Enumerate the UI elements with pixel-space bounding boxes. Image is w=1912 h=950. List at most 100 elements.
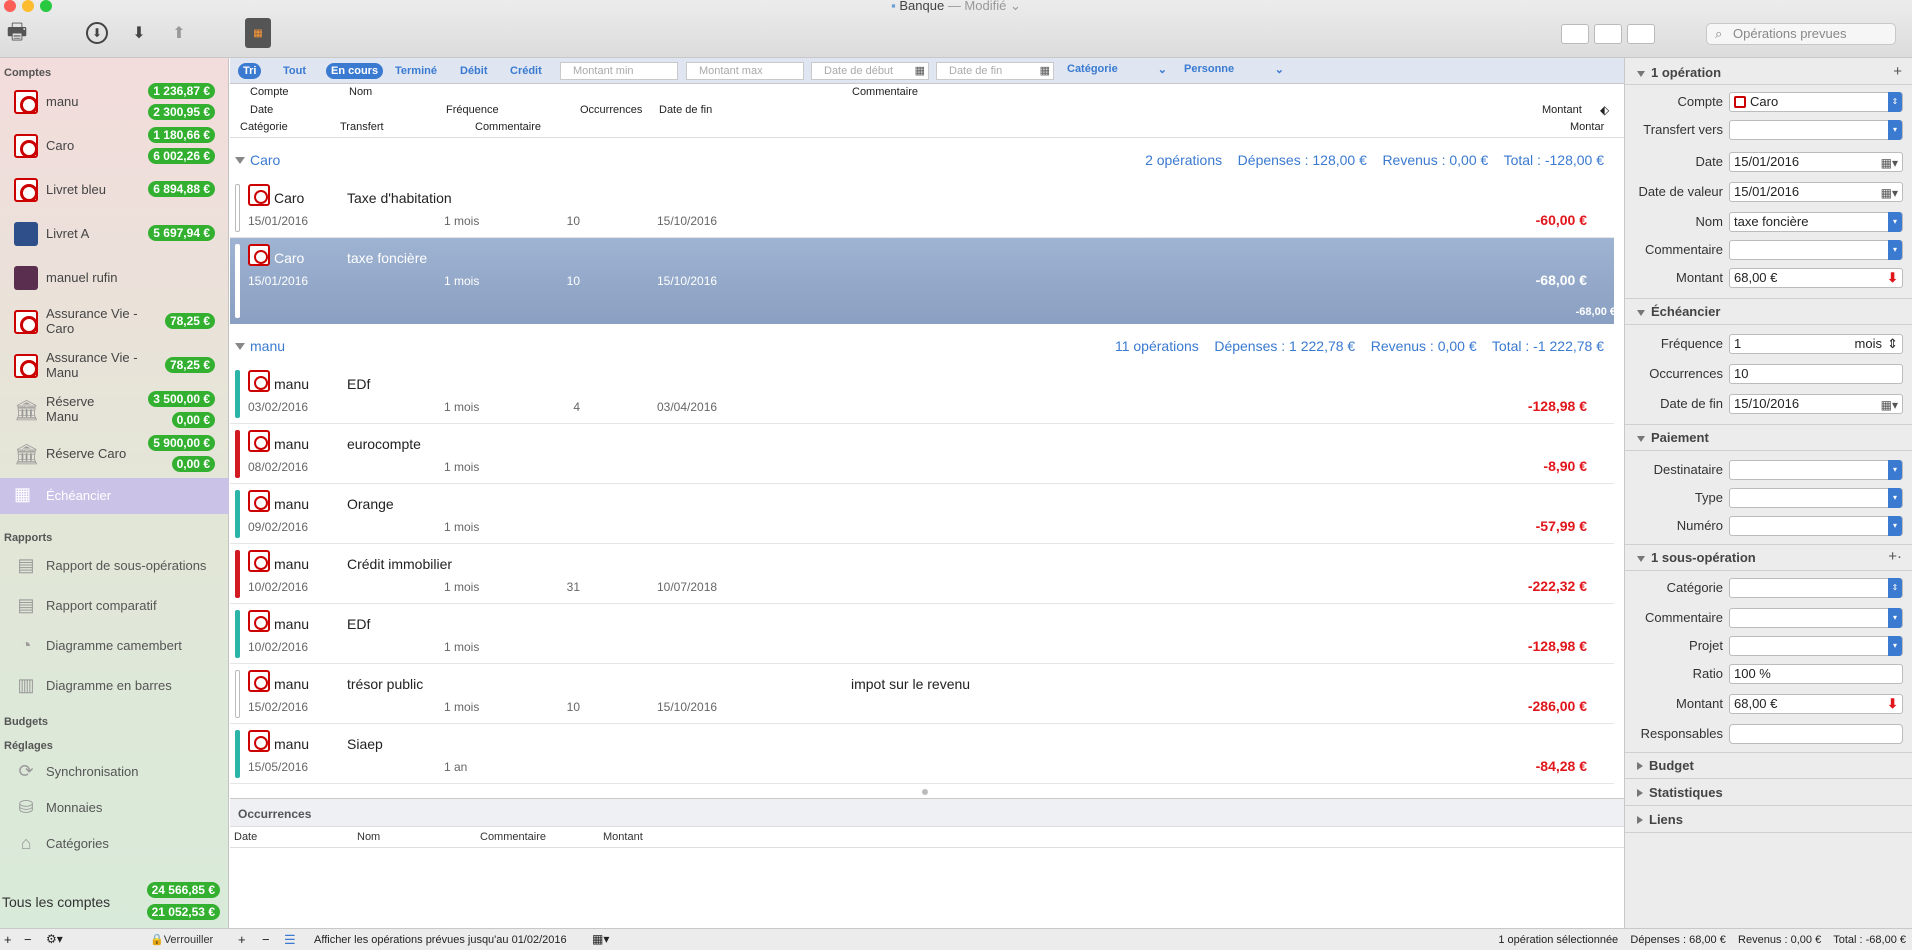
sidebar-account-assurance-vie-manu[interactable]: Assurance Vie - Manu 78,25 € (0, 344, 229, 388)
sidebar-account-manuel-rufin[interactable]: manuel rufin (0, 256, 229, 300)
calendar-icon[interactable]: ▦▾ (1881, 396, 1898, 414)
add-operation-icon[interactable]: + (238, 932, 246, 947)
col-montant[interactable]: Montant (1542, 104, 1582, 116)
sidebar-item-echeancier[interactable]: ▦ Échéancier (0, 478, 229, 514)
section-echeancier[interactable]: Échéancier (1637, 304, 1720, 319)
montant-max-input[interactable]: Montant max (686, 62, 804, 80)
arrow-up-icon[interactable]: ⬆ (170, 22, 188, 44)
toggle-inspector-button[interactable] (1627, 24, 1655, 44)
remove-account-icon[interactable]: − (24, 932, 32, 947)
col-date[interactable]: Date (250, 104, 273, 116)
projet-combo[interactable]: ▾ (1729, 636, 1903, 656)
list-icon[interactable]: ☰ (284, 932, 296, 948)
section-sous-operation[interactable]: 1 sous-opération (1637, 550, 1756, 565)
personne-filter-dropdown[interactable]: Personne ⌄ (1184, 63, 1284, 76)
group-header-manu[interactable]: manu 11 opérations Dépenses : 1 222,78 €… (230, 328, 1624, 362)
filter-tout-button[interactable]: Tout (283, 63, 306, 79)
col-compte[interactable]: Compte (250, 86, 289, 98)
sidebar-setting-monnaies[interactable]: ⛁ Monnaies (14, 792, 102, 822)
sidebar-setting-synchronisation[interactable]: ⟳ Synchronisation (14, 756, 138, 786)
remove-operation-icon[interactable]: − (262, 932, 270, 947)
chevron-updown-icon[interactable]: ⇕ (1887, 335, 1898, 353)
group-header-caro[interactable]: Caro 2 opérations Dépenses : 128,00 € Re… (230, 142, 1624, 176)
calendar-icon[interactable]: ▦▾ (1881, 184, 1898, 202)
section-paiement[interactable]: Paiement (1637, 430, 1709, 445)
column-options-icon[interactable]: ⬖ (1600, 103, 1609, 117)
occ-col-nom[interactable]: Nom (357, 831, 380, 843)
sidebar-report-sous-operations[interactable]: ▤ Rapport de sous-opérations (14, 550, 206, 580)
col-date-fin[interactable]: Date de fin (659, 104, 712, 116)
calculator-icon[interactable]: ▦ (245, 18, 271, 48)
operation-row[interactable]: manu Crédit immobilier 10/02/2016 1 mois… (230, 544, 1614, 604)
compte-select[interactable]: Caro ⇕ (1729, 92, 1903, 112)
sidebar-report-comparatif[interactable]: ▤ Rapport comparatif (14, 590, 156, 620)
sidebar-account-caro[interactable]: Caro 1 180,66 € 6 002,26 € (0, 124, 229, 168)
col-nom[interactable]: Nom (349, 86, 372, 98)
gear-icon[interactable]: ⚙▾ (46, 932, 63, 946)
section-operation[interactable]: 1 opération (1637, 65, 1721, 80)
add-account-icon[interactable]: + (4, 932, 12, 947)
debit-arrow-icon[interactable]: ⬇ (1887, 269, 1898, 287)
sidebar-account-assurance-vie-caro[interactable]: Assurance Vie - Caro 78,25 € (0, 300, 229, 344)
splitter-handle[interactable] (922, 789, 928, 795)
numero-combo[interactable]: ▾ (1729, 516, 1903, 536)
sidebar-account-livret-a[interactable]: Livret A 5 697,94 € (0, 212, 229, 256)
occ-col-date[interactable]: Date (234, 831, 257, 843)
lock-button[interactable]: 🔒Verrouiller (150, 933, 213, 946)
operation-row[interactable]: manu Orange 09/02/2016 1 mois -57,99 € (230, 484, 1614, 544)
ratio-field[interactable]: 100 % (1729, 664, 1903, 684)
filter-en-cours-button[interactable]: En cours (326, 63, 384, 79)
type-combo[interactable]: ▾ (1729, 488, 1903, 508)
sidebar-account-livret-bleu[interactable]: Livret bleu 6 894,88 € (0, 168, 229, 212)
categorie-select[interactable]: ⇕ (1729, 578, 1903, 598)
sidebar-report-barres[interactable]: ▥ Diagramme en barres (14, 670, 171, 700)
categorie-filter-dropdown[interactable]: Catégorie ⌄ (1067, 63, 1167, 76)
print-icon[interactable]: 🖶 (4, 19, 30, 46)
sidebar-account-manu[interactable]: manu 1 236,87 € 2 300,95 € (0, 80, 229, 124)
toggle-bottom-panel-button[interactable] (1594, 24, 1622, 44)
filter-termine-button[interactable]: Terminé (395, 63, 437, 79)
col-occurrences[interactable]: Occurrences (580, 104, 642, 116)
occ-col-commentaire[interactable]: Commentaire (480, 831, 546, 843)
sidebar-report-camembert[interactable]: ◔ Diagramme camembert (14, 630, 182, 660)
occurrences-field[interactable]: 10 (1729, 364, 1903, 384)
montant-min-input[interactable]: Montant min (560, 62, 678, 80)
date-field[interactable]: 15/01/2016 ▦▾ (1729, 152, 1903, 172)
disclosure-triangle-icon[interactable] (235, 157, 245, 164)
add-sub-operation-icon[interactable]: +· (1888, 548, 1902, 565)
date-debut-input[interactable]: Date de début ▦ (811, 62, 929, 80)
operation-row[interactable]: manu eurocompte 08/02/2016 1 mois -8,90 … (230, 424, 1614, 484)
operation-row[interactable]: manu EDf 10/02/2016 1 mois -128,98 € (230, 604, 1614, 664)
add-icon[interactable]: + (1893, 63, 1902, 80)
sidebar-account-reserve-manu[interactable]: 🏛 Réserve Manu 3 500,00 € 0,00 € (0, 388, 229, 432)
filter-credit-button[interactable]: Crédit (510, 63, 542, 79)
filter-debit-button[interactable]: Débit (460, 63, 488, 79)
section-statistiques[interactable]: Statistiques (1637, 785, 1723, 800)
sub-montant-field[interactable]: 68,00 € ⬇ (1729, 694, 1903, 714)
filter-tri-button[interactable]: Tri (238, 63, 262, 79)
operation-row[interactable]: manu trésor public impot sur le revenu 1… (230, 664, 1614, 724)
transfert-select[interactable]: ▾ (1729, 120, 1903, 140)
col-sub-montant[interactable]: Montar (1570, 121, 1604, 133)
date-valeur-field[interactable]: 15/01/2016 ▦▾ (1729, 182, 1903, 202)
section-liens[interactable]: Liens (1637, 812, 1683, 827)
sidebar-setting-categories[interactable]: ⌂ Catégories (14, 828, 109, 858)
operation-row-selected[interactable]: Caro taxe foncière 15/01/2016 1 mois 10 … (230, 238, 1616, 324)
commentaire-combo[interactable]: ▾ (1729, 240, 1903, 260)
date-fin-field[interactable]: 15/10/2016 ▦▾ (1729, 394, 1903, 414)
arrow-down-icon[interactable]: ⬇ (130, 22, 148, 44)
col-sub-commentaire[interactable]: Commentaire (475, 121, 541, 133)
col-frequence[interactable]: Fréquence (446, 104, 499, 116)
sidebar-account-reserve-caro[interactable]: 🏛 Réserve Caro 5 900,00 € 0,00 € (0, 432, 229, 476)
debit-arrow-icon[interactable]: ⬇ (1887, 695, 1898, 713)
calendar-icon[interactable]: ▦▾ (1881, 154, 1898, 172)
frequence-field[interactable]: 1 mois ⇕ (1729, 334, 1903, 354)
operation-row[interactable]: manu EDf 03/02/2016 1 mois 4 03/04/2016 … (230, 364, 1614, 424)
frequence-unit[interactable]: mois (1855, 335, 1882, 353)
col-commentaire[interactable]: Commentaire (852, 86, 918, 98)
montant-field[interactable]: 68,00 € ⬇ (1729, 268, 1903, 288)
section-budget[interactable]: Budget (1637, 758, 1694, 773)
calendar-icon[interactable]: ▦▾ (592, 932, 609, 946)
occ-col-montant[interactable]: Montant (603, 831, 643, 843)
operation-row[interactable]: Caro Taxe d'habitation 15/01/2016 1 mois… (230, 178, 1614, 238)
